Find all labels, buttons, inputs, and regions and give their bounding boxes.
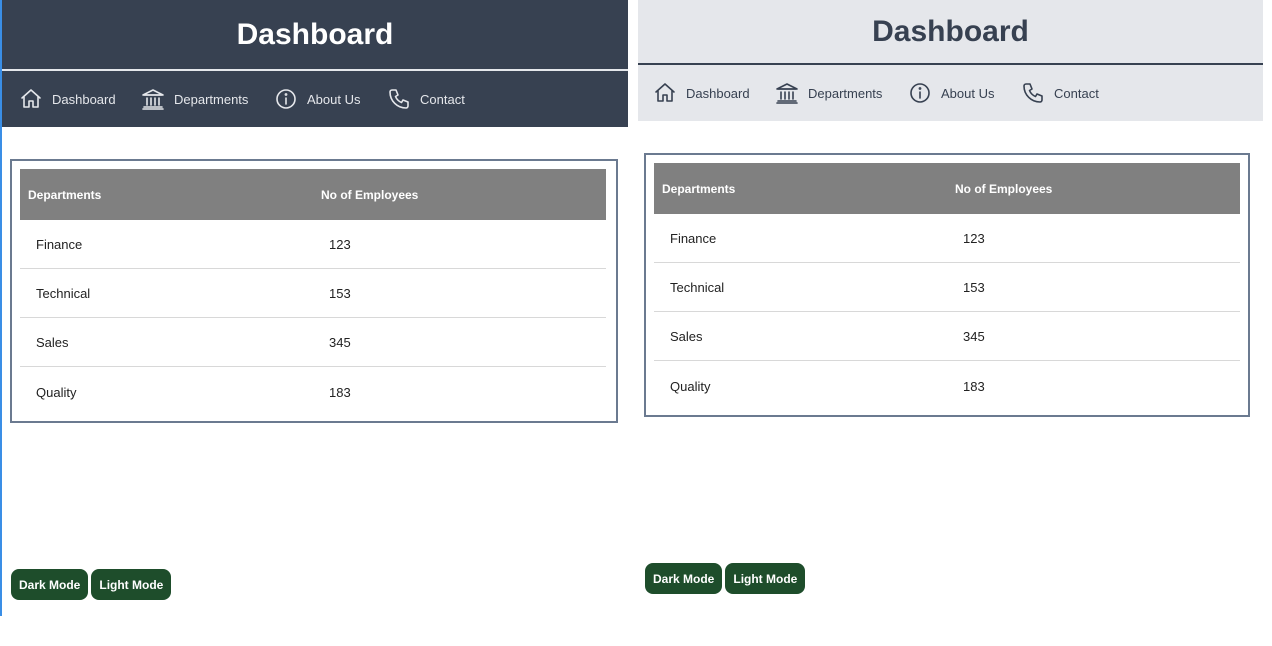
info-icon xyxy=(276,89,296,109)
nav-item-departments[interactable]: Departments xyxy=(141,87,274,111)
light-mode-button[interactable]: Light Mode xyxy=(91,569,172,600)
departments-table-card: Departments No of Employees Finance 123 … xyxy=(10,159,618,423)
departments-table: Departments No of Employees Finance 123 … xyxy=(654,163,1240,411)
info-icon xyxy=(910,83,930,103)
table-row: Technical 153 xyxy=(654,262,1240,312)
dark-mode-preview: Dashboard Dashboard Departments About Us… xyxy=(0,0,628,616)
nav-item-label: Contact xyxy=(1054,85,1099,101)
table-header-row: Departments No of Employees xyxy=(20,169,606,220)
department-cell: Quality xyxy=(36,384,77,400)
department-cell: Finance xyxy=(654,214,947,263)
dark-mode-button[interactable]: Dark Mode xyxy=(11,569,89,600)
table-row: Sales 345 xyxy=(654,311,1240,361)
department-cell: Technical xyxy=(20,268,313,318)
nav-bar: Dashboard Departments About Us Contact xyxy=(638,65,1263,121)
dark-mode-button[interactable]: Dark Mode xyxy=(645,563,723,594)
column-header-departments: Departments xyxy=(662,181,736,196)
phone-icon xyxy=(389,89,409,109)
department-cell: Finance xyxy=(20,220,313,269)
table-row: Quality 183 xyxy=(20,367,606,418)
departments-table-card: Departments No of Employees Finance 123 … xyxy=(644,153,1250,417)
page-header: Dashboard xyxy=(2,0,628,69)
nav-item-contact[interactable]: Contact xyxy=(387,87,477,111)
departments-table: Departments No of Employees Finance 123 … xyxy=(20,169,606,417)
table-row: Finance 123 xyxy=(654,214,1240,263)
table-row: Technical 153 xyxy=(20,268,606,318)
light-mode-preview: Dashboard Dashboard Departments About Us… xyxy=(638,0,1263,646)
department-cell: Technical xyxy=(654,262,947,312)
nav-item-about-us[interactable]: About Us xyxy=(274,87,387,111)
nav-item-label: Dashboard xyxy=(52,91,116,107)
employee-count-cell: 345 xyxy=(947,311,1240,361)
department-cell: Sales xyxy=(654,311,947,361)
nav-item-label: About Us xyxy=(941,85,995,101)
employee-count-cell: 123 xyxy=(313,220,606,269)
nav-item-label: Departments xyxy=(174,91,249,107)
nav-item-dashboard[interactable]: Dashboard xyxy=(653,81,775,105)
page-title: Dashboard xyxy=(872,14,1029,48)
nav-item-label: Contact xyxy=(420,91,465,107)
department-cell: Sales xyxy=(20,317,313,367)
page-header: Dashboard xyxy=(638,0,1263,63)
table-row: Quality 183 xyxy=(654,361,1240,412)
nav-item-label: Departments xyxy=(808,85,883,101)
employee-count-cell: 123 xyxy=(947,214,1240,263)
table-row: Sales 345 xyxy=(20,317,606,367)
theme-buttons: Dark Mode Light Mode xyxy=(645,563,806,594)
table-row: Finance 123 xyxy=(20,220,606,269)
nav-item-about-us[interactable]: About Us xyxy=(908,81,1021,105)
home-icon xyxy=(21,89,41,108)
employee-count-cell: 183 xyxy=(329,384,351,400)
nav-item-contact[interactable]: Contact xyxy=(1021,81,1111,105)
nav-item-label: About Us xyxy=(307,91,361,107)
page-title: Dashboard xyxy=(236,17,394,51)
bank-icon xyxy=(776,83,798,104)
employee-count-cell: 153 xyxy=(947,262,1240,312)
nav-item-departments[interactable]: Departments xyxy=(775,81,908,105)
theme-buttons: Dark Mode Light Mode xyxy=(11,569,172,600)
column-header-departments: Departments xyxy=(28,187,102,202)
table-header-row: Departments No of Employees xyxy=(654,163,1240,214)
nav-item-dashboard[interactable]: Dashboard xyxy=(19,87,141,111)
bank-icon xyxy=(142,89,164,110)
nav-item-label: Dashboard xyxy=(686,85,750,101)
phone-icon xyxy=(1023,83,1043,103)
employee-count-cell: 345 xyxy=(313,317,606,367)
employee-count-cell: 153 xyxy=(313,268,606,318)
column-header-employees: No of Employees xyxy=(321,187,419,202)
department-cell: Quality xyxy=(670,378,711,394)
employee-count-cell: 183 xyxy=(963,378,985,394)
column-header-employees: No of Employees xyxy=(955,181,1053,196)
nav-bar: Dashboard Departments About Us Contact xyxy=(2,71,628,127)
light-mode-button[interactable]: Light Mode xyxy=(725,563,806,594)
home-icon xyxy=(655,83,675,102)
